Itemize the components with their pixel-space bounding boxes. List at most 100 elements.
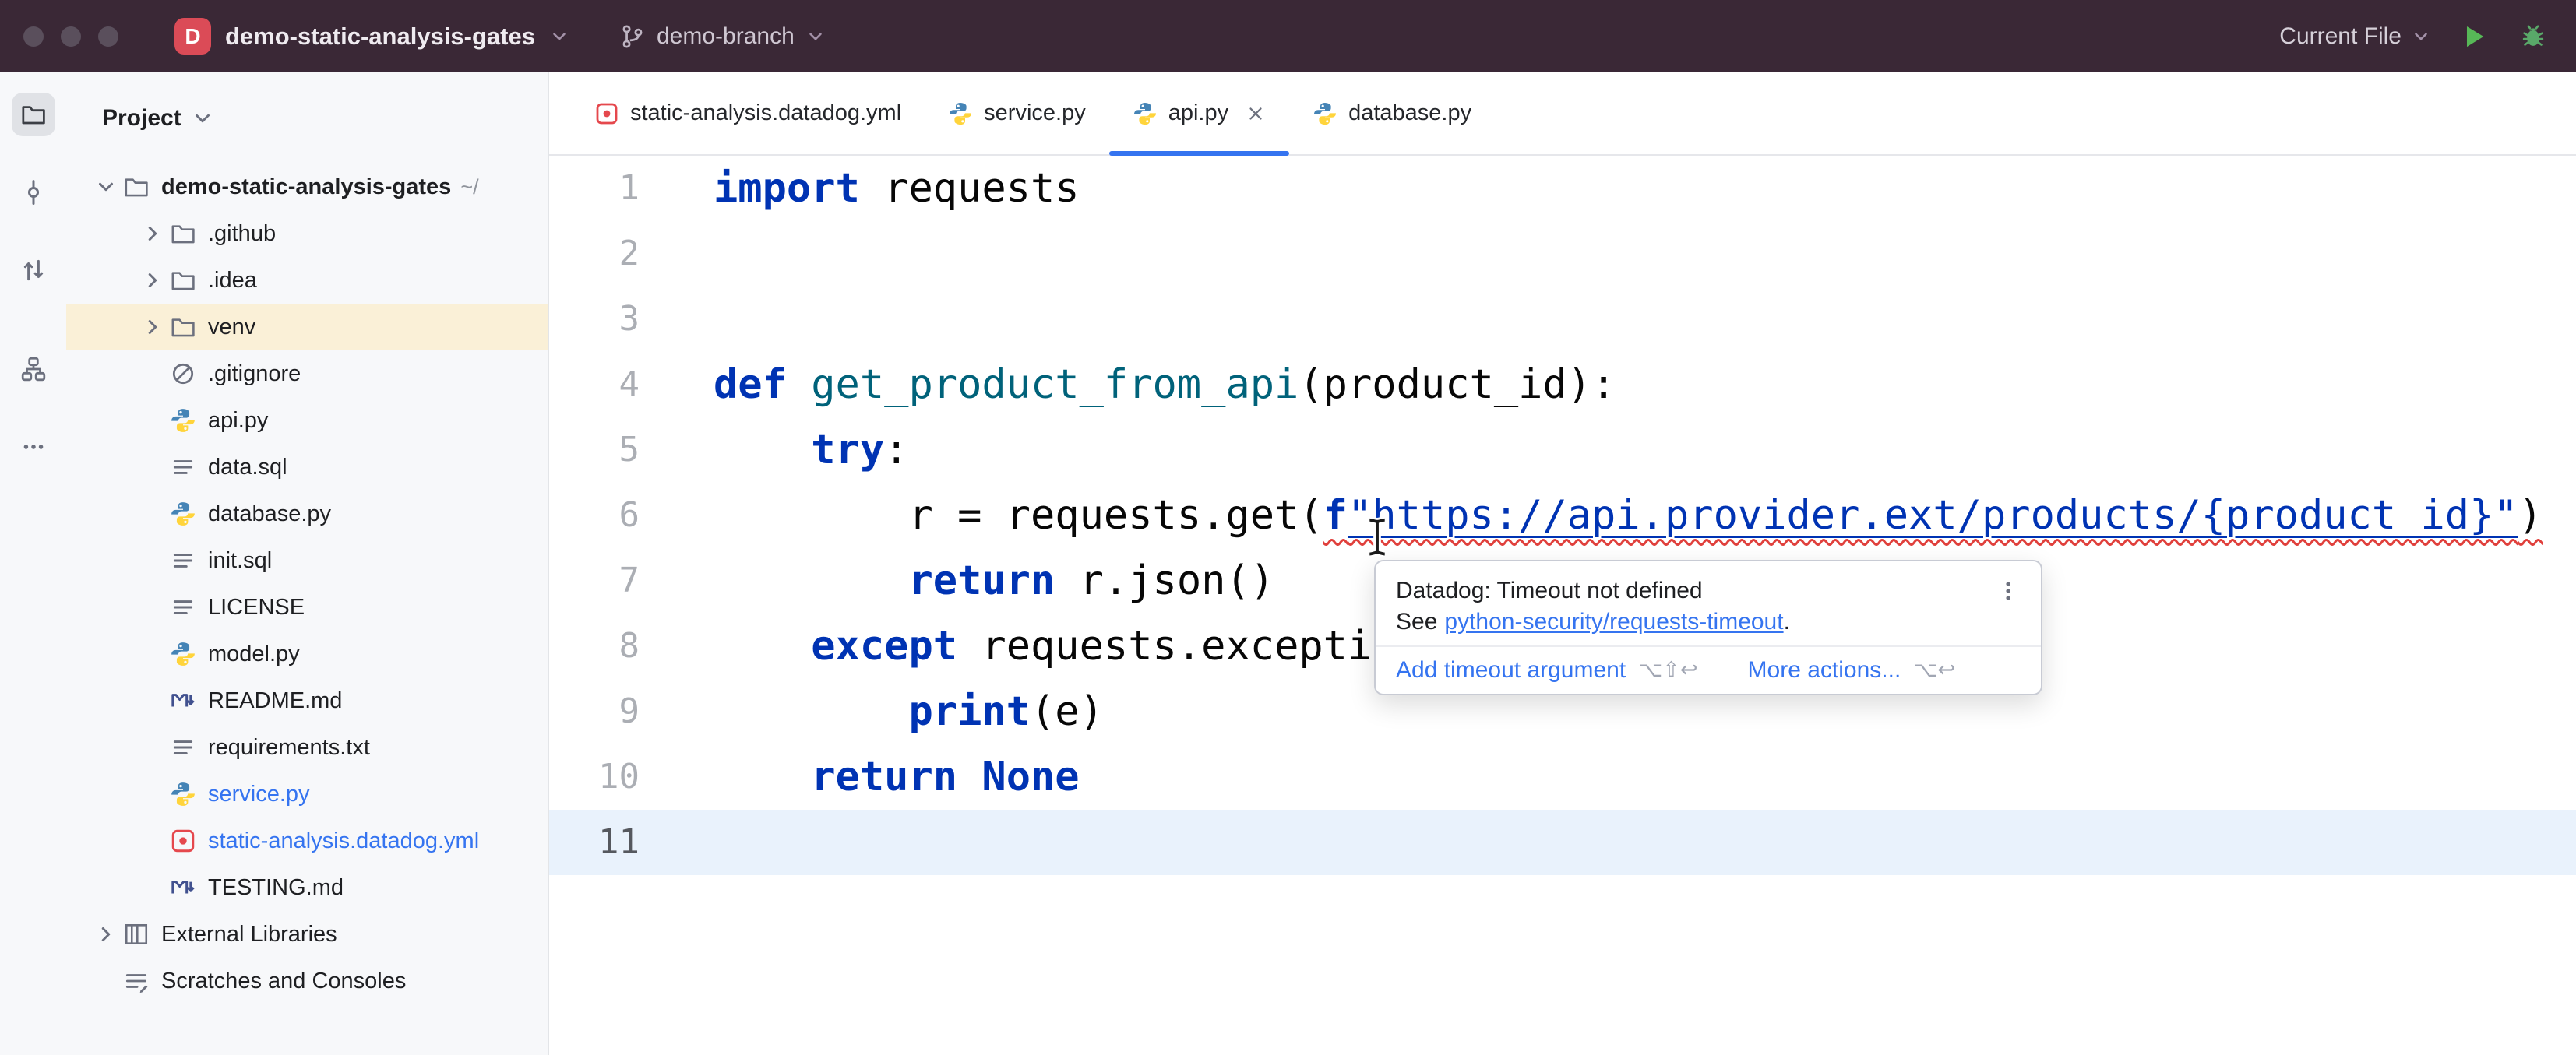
ignored-icon [167, 358, 199, 389]
close-icon[interactable] [1246, 104, 1266, 124]
code-token: "https://api.provider.ext/products/{prod… [1348, 492, 2518, 539]
tree-item-readme-md[interactable]: README.md [66, 677, 548, 724]
window-close-button[interactable] [23, 26, 44, 47]
line-number[interactable]: 7 [549, 548, 714, 614]
chevron-right-icon[interactable] [141, 315, 164, 339]
code-line-1[interactable]: 1import requests [549, 156, 2576, 221]
project-name: demo-static-analysis-gates [225, 23, 535, 51]
code-line-11[interactable]: 11 [549, 810, 2576, 875]
more-tool-button[interactable] [12, 425, 55, 469]
text-icon [167, 545, 199, 576]
tree-item-database-py[interactable]: database.py [66, 491, 548, 537]
tree-item-external-libraries[interactable]: External Libraries [66, 911, 548, 958]
primary-shortcut: ⌥⇧↩ [1638, 655, 1697, 686]
inspection-popup: Datadog: Timeout not defined Seepython-s… [1374, 560, 2042, 695]
tree-item-static-analysis-datadog-yml[interactable]: static-analysis.datadog.yml [66, 818, 548, 864]
code-line-4[interactable]: 4def get_product_from_api(product_id): [549, 352, 2576, 417]
python-icon [167, 498, 199, 529]
chevron-spacer [94, 969, 118, 993]
window-minimize-button[interactable] [61, 26, 81, 47]
tree-item-venv[interactable]: venv [66, 304, 548, 350]
code-token [714, 557, 908, 604]
tree-item-scratches-and-consoles[interactable]: Scratches and Consoles [66, 958, 548, 1004]
chevron-spacer [141, 362, 164, 385]
code-token: requests.excepti [957, 623, 1372, 670]
tab-api-py[interactable]: api.py [1109, 72, 1289, 154]
chevron-right-icon[interactable] [94, 923, 118, 946]
tree-item-init-sql[interactable]: init.sql [66, 537, 548, 584]
kebab-menu-icon[interactable] [1996, 578, 2021, 603]
commit-tool-button[interactable] [12, 171, 55, 214]
tree-item-data-sql[interactable]: data.sql [66, 444, 548, 491]
code-line-6[interactable]: 6 r = requests.get(f"https://api.provide… [549, 483, 2576, 548]
rule-link[interactable]: python-security/requests-timeout [1444, 609, 1783, 635]
chevron-right-icon[interactable] [141, 269, 164, 292]
run-config-label: Current File [2279, 23, 2402, 50]
branch-selector[interactable]: demo-branch [619, 23, 826, 50]
line-number[interactable]: 10 [549, 744, 714, 810]
code-line-2[interactable]: 2 [549, 221, 2576, 287]
code-token [714, 754, 811, 800]
tree-item-requirements-txt[interactable]: requirements.txt [66, 724, 548, 771]
tree-item-testing-md[interactable]: TESTING.md [66, 864, 548, 911]
tab-service-py[interactable]: service.py [925, 72, 1109, 154]
editor[interactable]: 1import requests234def get_product_from_… [549, 156, 2576, 1055]
pull-requests-tool-button[interactable] [12, 248, 55, 292]
tab-static-analysis-datadog-yml[interactable]: static-analysis.datadog.yml [571, 72, 925, 154]
tree-item-license[interactable]: LICENSE [66, 584, 548, 631]
code-lines: 1import requests234def get_product_from_… [549, 156, 2576, 875]
window-zoom-button[interactable] [98, 26, 118, 47]
line-number[interactable]: 1 [549, 156, 714, 221]
structure-tool-button[interactable] [12, 347, 55, 391]
folder-icon [167, 218, 199, 249]
tree-item-service-py[interactable]: service.py [66, 771, 548, 818]
tree-item-demo-static-analysis-gates[interactable]: demo-static-analysis-gates~/ [66, 164, 548, 210]
python-icon [167, 638, 199, 670]
chevron-down-icon[interactable] [94, 175, 118, 199]
folder-icon [121, 171, 152, 202]
more-actions[interactable]: More actions... [1748, 655, 1901, 686]
markdown-icon [167, 685, 199, 716]
code-line-5[interactable]: 5 try: [549, 417, 2576, 483]
line-number[interactable]: 6 [549, 483, 714, 548]
project-tool-button[interactable] [12, 93, 55, 136]
code-text: print(e) [714, 679, 1104, 744]
python-icon [948, 101, 973, 126]
tree-item-label: init.sql [208, 548, 272, 574]
code-token [714, 688, 908, 735]
python-icon [1313, 101, 1337, 126]
code-token [714, 427, 811, 473]
branch-name: demo-branch [657, 23, 795, 50]
tool-window-strip [0, 72, 66, 1055]
tree-item-model-py[interactable]: model.py [66, 631, 548, 677]
tab-database-py[interactable]: database.py [1289, 72, 1495, 154]
folder-icon [167, 265, 199, 296]
code-token: return [908, 557, 1055, 604]
chevron-down-icon [805, 26, 826, 47]
line-number[interactable]: 4 [549, 352, 714, 417]
line-number[interactable]: 8 [549, 614, 714, 679]
line-number[interactable]: 11 [549, 810, 714, 875]
run-config-selector[interactable]: Current File [2279, 23, 2431, 50]
tree-item-idea[interactable]: .idea [66, 257, 548, 304]
debug-icon[interactable] [2517, 20, 2550, 53]
add-timeout-action[interactable]: Add timeout argument [1396, 655, 1626, 686]
tree-item-api-py[interactable]: api.py [66, 397, 548, 444]
line-number[interactable]: 5 [549, 417, 714, 483]
run-button[interactable] [2458, 20, 2490, 53]
tree-item-github[interactable]: .github [66, 210, 548, 257]
project-selector[interactable]: D demo-static-analysis-gates [174, 18, 569, 55]
panel-title: Project [102, 105, 181, 132]
code-token: r.json() [1055, 557, 1274, 604]
code-line-3[interactable]: 3 [549, 287, 2576, 352]
tree-item-gitignore[interactable]: .gitignore [66, 350, 548, 397]
code-token: requests [860, 165, 1080, 212]
project-panel-header[interactable]: Project [66, 72, 548, 164]
tree-item-label: service.py [208, 782, 310, 807]
code-line-10[interactable]: 10 return None [549, 744, 2576, 810]
line-number[interactable]: 2 [549, 221, 714, 287]
chevron-right-icon[interactable] [141, 222, 164, 245]
line-number[interactable]: 3 [549, 287, 714, 352]
chevron-spacer [141, 549, 164, 572]
line-number[interactable]: 9 [549, 679, 714, 744]
